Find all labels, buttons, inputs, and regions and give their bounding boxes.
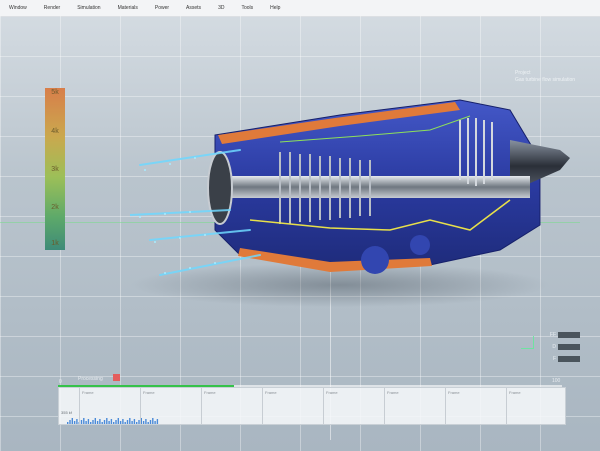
menu-power[interactable]: Power [155,5,169,11]
focus-bracket [521,336,534,349]
timeline-divider [445,388,446,424]
menu-render[interactable]: Render [44,5,60,11]
waveform-bar [103,420,106,424]
waveform-bar [152,418,154,424]
waveform-bar [113,422,115,424]
waveform-bar [73,421,76,424]
control-f[interactable]: F [538,356,580,362]
scale-tick-5k: 5k [51,89,59,96]
waveform-bar [83,418,85,424]
control-f-field[interactable] [558,356,580,362]
particle-dots [139,157,216,274]
pump-housing-left [361,246,389,274]
intake-ring [207,151,233,225]
menu-assets[interactable]: Assets [186,5,201,11]
waveform-bar [149,420,152,424]
control-ff[interactable]: FF [538,332,580,338]
control-ff-label: FF [549,332,556,338]
waveform-bar [96,421,99,424]
timeline-segment-label: Frame [265,390,277,395]
waveform-bar [92,420,94,424]
waveform-bar [85,421,87,424]
record-indicator[interactable] [113,374,120,381]
waveform-bar [106,418,108,424]
property-controls: FF D F [538,332,580,368]
control-f-label: F [552,356,556,362]
waveform-bar [126,420,129,424]
waveform-bar [94,418,96,424]
timeline-divider [506,388,507,424]
menu-help[interactable]: Help [270,5,280,11]
timeline-panel[interactable]: 355 kf Frame Frame Frame Frame Frame Frame Fra… [58,387,566,425]
timeline-divider [140,388,141,424]
waveform-bar [76,419,78,424]
waveform-bar [110,419,113,424]
waveform-bar [129,418,131,424]
waveform [67,418,159,424]
waveform-bar [124,422,126,424]
waveform-bar [87,419,90,424]
project-label: Project [515,70,531,76]
waveform-bar [115,420,117,424]
scale-tick-3k: 3k [51,166,59,173]
waveform-bar [133,419,136,424]
waveform-bar [67,422,69,424]
timeline-divider [384,388,385,424]
menu-materials[interactable]: Materials [118,5,138,11]
waveform-bar [90,422,92,424]
waveform-bar [122,419,124,424]
waveform-bar [154,421,156,424]
waveform-bar [119,421,122,424]
waveform-bar [156,419,159,424]
waveform-bar [80,420,83,424]
waveform-bar [117,418,119,424]
timeline-segment-label: Frame [143,390,155,395]
menu-bar: Window Render Simulation Materials Power Asse… [0,0,600,17]
menu-simulation[interactable]: Simulation [77,5,100,11]
scale-tick-2k: 2k [51,204,59,211]
waveform-bar [99,419,101,424]
control-ff-field[interactable] [558,332,580,338]
scale-tick-1k: 1k [51,240,59,247]
waveform-bar [136,422,138,424]
control-d[interactable]: D [538,344,580,350]
timeline-divider [323,388,324,424]
scale-tick-4k: 4k [51,128,59,135]
color-scale: 5k 4k 3k 2k 1k [45,88,65,250]
waveform-bar [71,418,73,424]
timeline-divider [79,388,80,424]
waveform-bar [108,421,110,424]
timeline-segment-label: Frame [448,390,460,395]
waveform-bar [147,422,149,424]
control-d-field[interactable] [558,344,580,350]
timeline-divider [262,388,263,424]
waveform-bar [145,419,147,424]
waveform-bar [69,420,71,424]
timeline-segment-label: Frame [204,390,216,395]
menu-tools[interactable]: Tools [241,5,253,11]
timeline-segment-label: Frame [509,390,521,395]
menu-window[interactable]: Window [9,5,27,11]
waveform-bar [101,422,103,424]
timeline-divider [201,388,202,424]
waveform-bar [142,421,145,424]
timeline-segment-label: Frame [387,390,399,395]
control-d-label: D [552,344,556,350]
waveform-bar [131,421,133,424]
waveform-label: 355 kf [61,410,72,415]
timeline-segment-label: Frame [326,390,338,395]
timeline-segment-label: Frame [82,390,94,395]
timeline-end: 100 [552,378,561,384]
pump-housing-right [410,235,430,255]
turbine-model[interactable] [130,80,580,310]
menu-3d[interactable]: 3D [218,5,224,11]
